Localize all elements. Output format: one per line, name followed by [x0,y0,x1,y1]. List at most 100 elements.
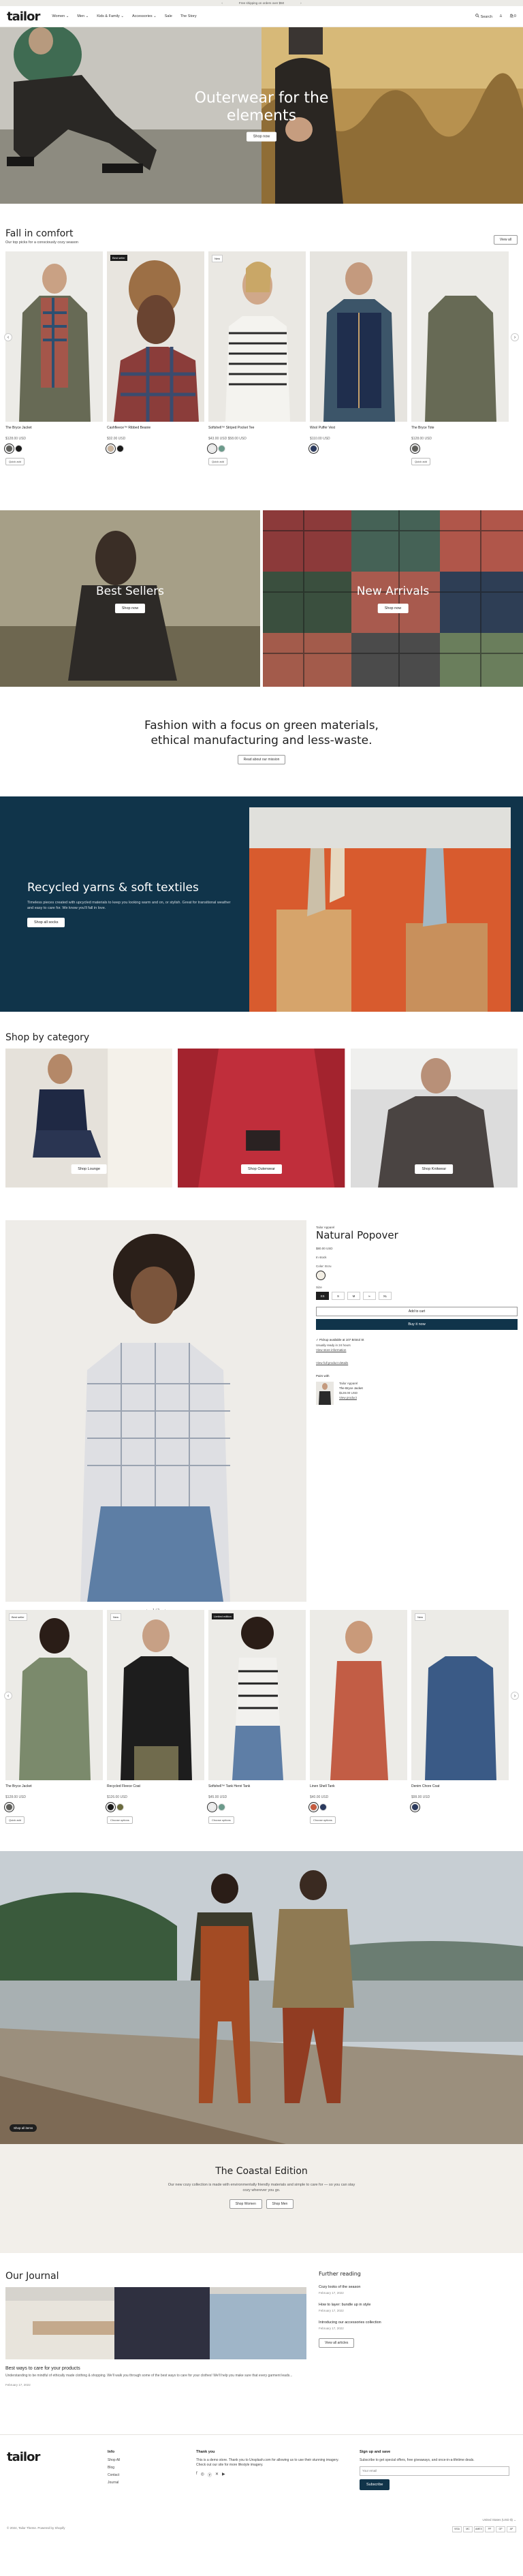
carousel-next-icon[interactable]: › [511,333,519,341]
journal-article-title[interactable]: Best ways to care for your products [5,2366,306,2371]
store-info-link[interactable]: View store information [316,1348,518,1352]
twitter-icon[interactable]: ✕ [215,2472,219,2478]
product-name[interactable]: Softshell™ Striped Pocket Tee [208,426,306,430]
pair-link[interactable]: View product [339,1396,363,1399]
buy-now-button[interactable]: Buy it now [316,1319,518,1330]
facebook-icon[interactable]: f [196,2472,197,2478]
product-image[interactable] [5,251,103,422]
size-option[interactable]: XS [316,1292,329,1300]
color-swatch[interactable] [4,1802,14,1812]
shop-items-tag[interactable]: Shop all items [10,2124,37,2132]
product-card[interactable]: The Bryce Jacket $128.00 USD Quick add [4,251,103,465]
product-card[interactable]: Best seller Cashfleece™ Ribbed Beanie $3… [106,251,204,465]
nav-item-story[interactable]: The Story [180,14,197,18]
product-image[interactable] [310,1610,407,1780]
color-swatch[interactable] [106,444,116,454]
featured-product-image[interactable] [5,1220,306,1602]
footer-logo[interactable]: tailor [7,2450,82,2494]
product-card[interactable]: Best seller The Bryce Jacket $128.00 USD… [4,1610,103,1824]
color-swatch[interactable] [207,444,217,454]
product-name[interactable]: Denim Chore Coat [411,1784,509,1788]
size-option[interactable]: M [347,1292,360,1300]
product-name[interactable]: Softshell™ Tank Henri Tank [208,1784,306,1788]
product-image[interactable]: New [107,1610,204,1780]
quick-add-button[interactable]: Quick add [5,458,25,465]
color-swatch[interactable] [316,1271,326,1280]
category-card-lounge[interactable]: Shop Lounge [5,1049,173,1188]
quick-add-button[interactable]: Quick add [208,458,228,465]
color-swatch[interactable] [308,444,319,454]
view-all-articles-button[interactable]: View all articles [319,2338,355,2348]
product-card[interactable]: New Denim Chore Coat $99.00 USD [410,1610,509,1824]
shop-lounge-button[interactable]: Shop Lounge [71,1164,108,1174]
footer-link[interactable]: Shop All [108,2458,183,2462]
product-image[interactable] [411,251,509,422]
shop-outerwear-button[interactable]: Shop Outerwear [240,1164,283,1174]
next-announcement-icon[interactable]: › [300,1,302,5]
prev-announcement-icon[interactable]: ‹ [221,1,223,5]
product-name[interactable]: Recycled Fleece Coat [107,1784,204,1788]
product-name[interactable]: The Bryce Jacket [5,1784,103,1788]
recycled-button[interactable]: Shop all socks [27,918,65,928]
footer-link[interactable]: Blog [108,2466,183,2470]
search-button[interactable]: Search [475,14,492,19]
color-swatch[interactable] [218,1803,225,1811]
shop-knitwear-button[interactable]: Shop Knitwear [415,1164,454,1174]
product-card[interactable]: The Bryce Tote $128.00 USD Quick add [410,251,509,465]
logo[interactable]: tailor [7,10,40,24]
article-link[interactable]: Cozy looks of the season February 17, 202… [319,2285,381,2295]
category-card-knitwear[interactable]: Shop Knitwear [350,1049,518,1188]
product-name[interactable]: Cashfleece™ Ribbed Beanie [107,426,204,430]
youtube-icon[interactable]: ▶ [222,2472,225,2478]
color-swatch[interactable] [410,444,420,454]
product-card[interactable]: New Recycled Fleece Coat $126.00 USD Cho… [106,1610,204,1824]
shop-women-button[interactable]: Shop Women [229,2199,262,2209]
view-details-link[interactable]: View full product details [316,1361,518,1365]
shop-men-button[interactable]: Shop Men [266,2199,294,2209]
best-sellers-button[interactable]: Shop now [114,603,146,613]
product-image[interactable]: Best seller [5,1610,103,1780]
size-option[interactable]: XL [379,1292,392,1300]
color-swatch[interactable] [218,445,225,452]
pair-product[interactable]: Tailor Apparel The Bryce Jacket $128.00 … [316,1382,518,1405]
color-swatch[interactable] [116,1803,124,1811]
product-card[interactable]: Limited edition Softshell™ Tank Henri Ta… [207,1610,306,1824]
product-name[interactable]: The Bryce Tote [411,426,509,430]
instagram-icon[interactable]: ◎ [201,2472,204,2478]
color-swatch[interactable] [4,444,14,454]
color-swatch[interactable] [319,1803,327,1811]
choose-options-button[interactable]: Choose options [310,1816,336,1824]
footer-link[interactable]: Contact [108,2473,183,2477]
product-name[interactable]: Linen Shell Tank [310,1784,407,1788]
hero-shop-button[interactable]: Shop now [246,131,277,142]
mission-button[interactable]: Read about our mission [237,754,286,764]
email-field[interactable] [360,2466,509,2476]
nav-item-men[interactable]: Men ⌄ [77,14,89,18]
product-name[interactable]: The Bryce Jacket [5,426,103,430]
color-swatch[interactable] [15,445,22,452]
color-swatch[interactable] [106,1802,116,1812]
nav-item-kids-family[interactable]: Kids & Family ⌄ [97,14,124,18]
product-image[interactable]: New [411,1610,509,1780]
color-swatch[interactable] [308,1802,319,1812]
product-image[interactable] [310,251,407,422]
nav-item-women[interactable]: Women ⌄ [52,14,69,18]
best-sellers-banner[interactable]: Best Sellers Shop now [0,510,260,687]
product-image[interactable]: New [208,251,306,422]
subscribe-button[interactable]: Subscribe [360,2479,390,2490]
fall-view-all-button[interactable]: View all [493,235,518,245]
new-arrivals-banner[interactable]: New Arrivals Shop now [263,510,523,687]
country-selector[interactable]: United States (USD $) ⌄ [482,2518,516,2522]
product-card[interactable]: Linen Shell Tank $40.00 USD Choose optio… [308,1610,407,1824]
product-name[interactable]: Wool Puffer Vest [310,426,407,430]
choose-options-button[interactable]: Choose options [107,1816,133,1824]
color-swatch[interactable] [207,1802,217,1812]
account-icon[interactable]: ♙ [499,14,503,18]
pinterest-icon[interactable]: ⓟ [208,2472,212,2478]
nav-item-sale[interactable]: Sale [165,14,172,18]
quick-add-button[interactable]: Quick add [411,458,431,465]
carousel-prev-icon[interactable]: ‹ [4,333,12,341]
product-image[interactable]: Limited edition [208,1610,306,1780]
nav-item-accessories[interactable]: Accessories ⌄ [132,14,157,18]
cart-icon[interactable]: 🛍0 [509,14,516,18]
